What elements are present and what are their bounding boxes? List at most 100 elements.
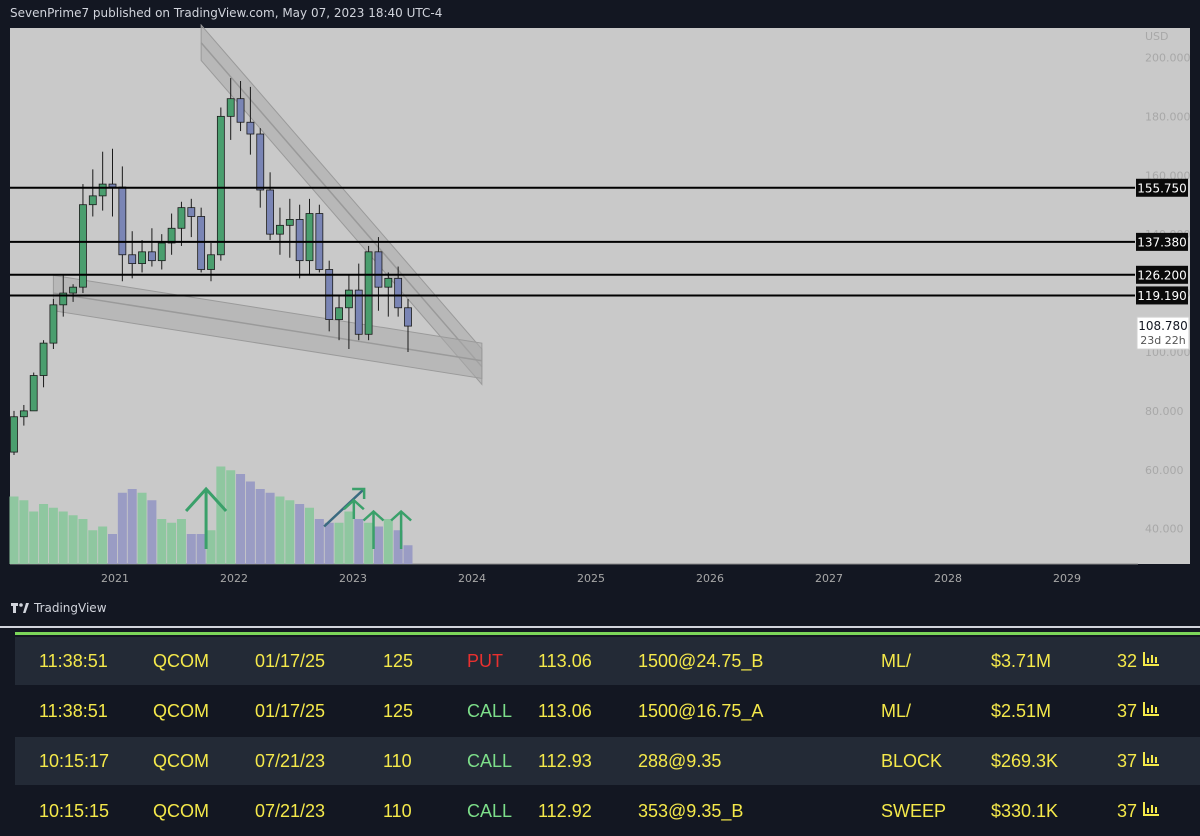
bear-candle: [236, 98, 245, 123]
flow-details: 288@9.35: [638, 751, 722, 771]
volume-bar: [245, 481, 255, 564]
bull-candle: [10, 416, 18, 453]
volume-bar: [255, 489, 265, 564]
bull-candle: [177, 207, 186, 229]
bar-chart-icon[interactable]: [1142, 800, 1160, 818]
y-tick-label: 180.000: [1145, 110, 1191, 123]
volume-bar: [157, 519, 167, 564]
volume-bar: [364, 522, 374, 564]
price-chart[interactable]: 40.00060.00080.000100.000120.000140.0001…: [0, 24, 1200, 600]
flow-ticker: QCOM: [153, 751, 209, 771]
flow-spot-price: 113.06: [538, 701, 592, 721]
tradingview-label: TradingView: [34, 601, 107, 615]
bull-candle: [276, 224, 284, 235]
price-level-label: 137.380: [1137, 235, 1187, 249]
bull-candle: [19, 410, 28, 418]
flow-details: 353@9.35_B: [638, 801, 744, 821]
bear-candle: [374, 251, 383, 288]
flow-spot-price: 112.93: [538, 751, 592, 771]
flow-details: 1500@24.75_B: [638, 651, 764, 671]
flow-order-kind: BLOCK: [881, 751, 943, 771]
flow-row[interactable]: 11:38:51 QCOM 01/17/25 125 CALL 113.06 1500@16…: [15, 687, 1200, 735]
bull-candle: [88, 195, 97, 206]
flow-ticker: QCOM: [153, 801, 209, 821]
flow-count: 37: [1117, 801, 1138, 821]
volume-bar: [88, 530, 98, 564]
volume-bar: [344, 511, 354, 564]
flow-type: CALL: [467, 751, 513, 771]
bear-candle: [394, 277, 403, 309]
bear-candle: [108, 183, 117, 188]
volume-bar: [334, 522, 344, 564]
table-divider: [0, 626, 1200, 628]
currency-label: USD: [1145, 30, 1169, 43]
volume-bar: [127, 489, 137, 564]
chart-canvas[interactable]: 40.00060.00080.000100.000120.000140.0001…: [0, 24, 1200, 600]
volume-bar: [383, 519, 393, 564]
flow-row[interactable]: 10:15:15 QCOM 07/21/23 110 CALL 112.92 353@9.3…: [15, 787, 1200, 835]
y-tick-label: 60.000: [1145, 464, 1184, 477]
bull-candle: [364, 251, 373, 335]
volume-bar: [29, 511, 39, 564]
flow-time: 10:15:15: [39, 801, 110, 821]
publish-header: SevenPrime7 published on TradingView.com…: [10, 6, 443, 20]
flow-expiry: 07/21/23: [255, 801, 326, 821]
price-level-label: 119.190: [1137, 289, 1187, 303]
bull-candle: [138, 251, 146, 265]
flow-spot-price: 113.06: [538, 651, 592, 671]
flow-ticker: QCOM: [153, 701, 209, 721]
volume-bar: [236, 474, 246, 564]
bear-candle: [187, 207, 196, 217]
y-tick-label: 200.000: [1145, 51, 1191, 64]
flow-type: CALL: [467, 801, 513, 821]
x-tick-label: 2025: [577, 572, 605, 585]
volume-bar: [295, 504, 305, 564]
flow-time: 11:38:51: [39, 701, 108, 721]
flow-premium: $330.1K: [991, 801, 1059, 821]
flow-premium: $3.71M: [991, 651, 1052, 671]
flow-row[interactable]: 11:38:51 QCOM 01/17/25 125 PUT 113.06 1500@24.…: [15, 637, 1200, 685]
bear-candle: [266, 189, 275, 235]
volume-bar: [39, 504, 49, 564]
flow-spot-price: 112.92: [538, 801, 592, 821]
volume-bar: [314, 519, 324, 564]
bar-chart-icon[interactable]: [1142, 650, 1160, 668]
bar-chart-icon[interactable]: [1142, 700, 1160, 718]
options-flow-table: 11:38:51 QCOM 01/17/25 125 PUT 113.06 1500@24.…: [0, 626, 1200, 836]
volume-bar: [19, 500, 29, 564]
volume-bar: [58, 511, 68, 564]
volume-bar: [196, 534, 206, 564]
volume-bar: [373, 526, 383, 564]
bear-candle: [256, 133, 265, 191]
x-tick-label: 2026: [696, 572, 724, 585]
bull-candle: [167, 227, 176, 244]
bull-candle: [29, 375, 38, 412]
volume-bar: [354, 519, 364, 564]
volume-bar: [9, 496, 19, 564]
bull-candle: [98, 183, 107, 197]
flow-row[interactable]: 10:15:17 QCOM 07/21/23 110 CALL 112.93 288@9.3…: [15, 737, 1200, 785]
bear-candle: [354, 289, 363, 335]
volume-bar: [137, 492, 147, 564]
volume-bar: [117, 492, 127, 564]
volume-bar: [108, 534, 117, 564]
volume-bar: [176, 519, 186, 564]
volume-bar: [48, 507, 58, 564]
bull-candle: [207, 254, 215, 270]
bull-candle: [344, 289, 353, 309]
flow-type: CALL: [467, 701, 513, 721]
table-accent-bar: [15, 632, 1200, 635]
bar-chart-icon[interactable]: [1142, 750, 1160, 768]
flow-type: PUT: [467, 651, 503, 671]
flow-time: 10:15:17: [39, 751, 110, 771]
volume-bar: [68, 515, 78, 564]
x-tick-label: 2022: [220, 572, 248, 585]
flow-time: 11:38:51: [39, 651, 108, 671]
price-level-label: 155.750: [1137, 181, 1187, 195]
volume-bar: [186, 534, 196, 564]
x-tick-label: 2023: [339, 572, 367, 585]
countdown-label: 23d 22h: [1140, 334, 1185, 347]
flow-strike: 110: [383, 751, 412, 771]
y-tick-label: 80.000: [1145, 405, 1184, 418]
bull-candle: [384, 277, 393, 288]
